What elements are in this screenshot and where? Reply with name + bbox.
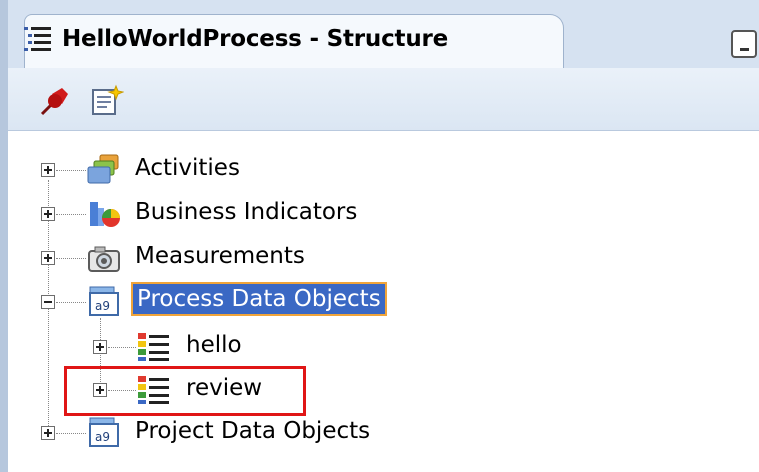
expand-business-indicators[interactable]	[41, 207, 55, 221]
structure-panel: HelloWorldProcess - Structure Activities…	[0, 0, 759, 472]
tree-node-hello[interactable]: hello	[186, 332, 242, 358]
tree-node-activities[interactable]: Activities	[135, 155, 240, 181]
tree-node-project-data-objects[interactable]: Project Data Objects	[135, 418, 370, 444]
expand-project-data-objects[interactable]	[41, 426, 55, 440]
business-indicators-icon	[90, 202, 120, 227]
tree-node-process-data-objects[interactable]: Process Data Objects	[131, 282, 387, 316]
svg-text:a9: a9	[95, 430, 110, 444]
camera-icon	[88, 246, 120, 272]
data-objects-icon: a9	[89, 286, 119, 316]
expand-hello[interactable]	[93, 340, 107, 354]
tree-node-measurements[interactable]: Measurements	[135, 243, 305, 269]
panel-title: HelloWorldProcess - Structure	[62, 26, 449, 52]
annotation-highlight-box	[64, 366, 306, 416]
minimize-button[interactable]	[731, 30, 757, 58]
new-note-icon[interactable]	[90, 84, 124, 118]
expand-measurements[interactable]	[41, 251, 55, 265]
structure-icon	[24, 27, 51, 51]
expand-activities[interactable]	[41, 163, 55, 177]
activities-icon	[87, 154, 119, 184]
svg-text:a9: a9	[95, 299, 110, 313]
left-edge	[0, 0, 8, 472]
pin-icon[interactable]	[38, 84, 72, 118]
data-objects-icon: a9	[89, 417, 119, 447]
data-object-icon	[138, 333, 169, 361]
tree-node-business-indicators[interactable]: Business Indicators	[135, 199, 357, 225]
collapse-process-data-objects[interactable]	[41, 295, 55, 309]
